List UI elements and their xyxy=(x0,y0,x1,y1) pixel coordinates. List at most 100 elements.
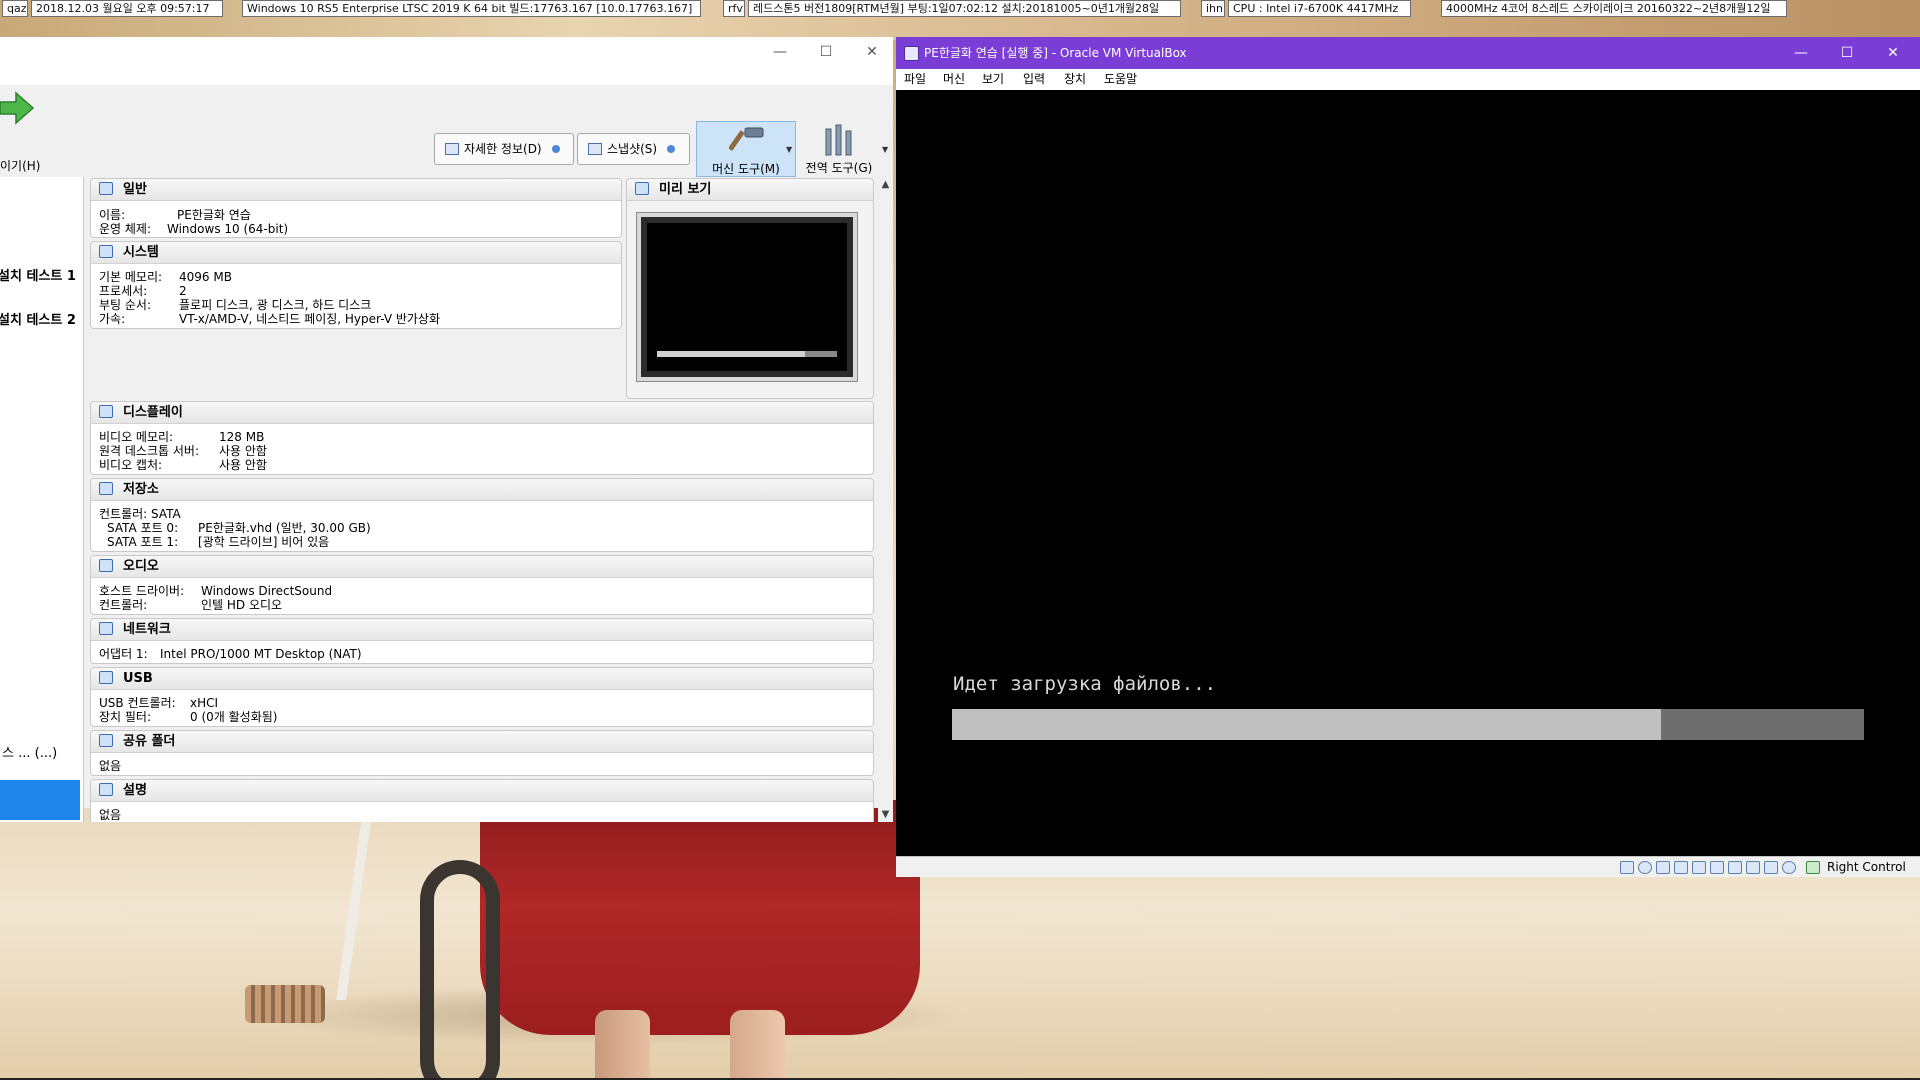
wallpaper-bicycle-pedal xyxy=(245,985,325,1023)
detail-key: 없음 xyxy=(99,808,122,822)
details-button[interactable]: 자세한 정보(D) xyxy=(434,133,574,165)
info-uptime: 레드스톤5 버전1809[RTM년월] 부팅:1일07:02:12 설치:201… xyxy=(748,0,1181,17)
network-icon[interactable] xyxy=(1674,861,1688,874)
storage-title: 저장소 xyxy=(123,482,159,497)
audio-header[interactable]: 오디오 xyxy=(91,556,873,578)
description-header[interactable]: 설명 xyxy=(91,780,873,802)
selected-vm-item[interactable] xyxy=(0,780,80,820)
system-header[interactable]: 시스템 xyxy=(91,242,621,264)
cpu-icon[interactable] xyxy=(1764,861,1778,874)
virtualbox-icon xyxy=(904,46,919,61)
detail-value: 2 xyxy=(179,284,187,298)
chevron-down-icon[interactable]: ▼ xyxy=(786,145,792,154)
details-scrollbar[interactable]: ▲ ▼ xyxy=(878,177,893,822)
details-label: 자세한 정보(D) xyxy=(464,142,542,156)
close-button[interactable]: ✕ xyxy=(1870,37,1916,69)
audio-title: 오디오 xyxy=(123,559,159,574)
shared-folders-title: 공유 폴더 xyxy=(123,734,176,749)
info-datetime: 2018.12.03 월요일 오후 09:57:17 xyxy=(31,0,223,17)
preview-progress-track xyxy=(657,351,837,357)
maximize-button[interactable]: ☐ xyxy=(803,37,849,67)
mouse-integration-icon[interactable] xyxy=(1782,861,1796,874)
scroll-down-icon[interactable]: ▼ xyxy=(878,807,893,822)
vm-menubar: 파일 머신 보기 입력 장치 도움말 xyxy=(896,69,1920,90)
hard-disk-icon[interactable] xyxy=(1620,861,1634,874)
detail-value: 플로피 디스크, 광 디스크, 하드 디스크 xyxy=(179,298,372,312)
global-tools-label: 전역 도구(G) xyxy=(805,161,873,175)
vm-list-item[interactable]: 설치 테스트 1 xyxy=(0,265,76,284)
general-header[interactable]: 일반 xyxy=(91,179,621,201)
detail-key: 장치 필터: xyxy=(99,710,152,724)
vm-list: 설치 테스트 1 설치 테스트 2 스 ... (...) xyxy=(0,177,84,822)
minimize-button[interactable]: — xyxy=(757,37,803,67)
detail-row: 컨트롤러: SATA xyxy=(99,507,181,521)
host-key-label: Right Control xyxy=(1827,860,1906,874)
detail-value: PE한글화 연습 xyxy=(177,208,251,222)
detail-key: SATA 포트 0: xyxy=(107,521,179,535)
detail-row: 없음 xyxy=(99,759,121,773)
detail-key: 부팅 순서: xyxy=(99,298,152,312)
boot-progress-bar xyxy=(952,709,1864,740)
usb-header[interactable]: USB xyxy=(91,668,873,690)
usb-icon xyxy=(99,671,113,684)
detail-key: 컨트롤러: SATA xyxy=(99,507,181,521)
vm-list-item[interactable]: 스 ... (...) xyxy=(2,742,57,761)
wallpaper-leg xyxy=(595,1010,650,1080)
detail-key: USB 컨트롤러: xyxy=(99,696,176,710)
detail-row: 없음 xyxy=(99,808,121,822)
menu-devices[interactable]: 장치 xyxy=(1064,69,1086,90)
system-icon xyxy=(99,245,113,258)
video-capture-icon[interactable] xyxy=(1746,861,1760,874)
machine-tools-label: 머신 도구(M) xyxy=(712,162,780,176)
snapshots-label: 스냅샷(S) xyxy=(607,142,658,156)
menu-file[interactable]: 파일 xyxy=(904,69,926,90)
network-header[interactable]: 네트워크 xyxy=(91,619,873,641)
info-label: qaz xyxy=(2,0,28,17)
start-button[interactable]: 이기(H) xyxy=(0,85,48,177)
chevron-down-icon[interactable]: ▼ xyxy=(882,145,888,154)
scroll-up-icon[interactable]: ▲ xyxy=(878,177,893,192)
network-section: 네트워크 어댑터 1: Intel PRO/1000 MT Desktop (NA… xyxy=(90,618,874,664)
display-icon xyxy=(99,405,113,418)
vm-list-item[interactable]: 설치 테스트 2 xyxy=(0,309,76,328)
display-icon[interactable] xyxy=(1728,861,1742,874)
global-tools-button[interactable]: 전역 도구(G) xyxy=(798,121,880,177)
detail-row: USB 컨트롤러: xHCI xyxy=(99,696,218,710)
detail-value: PE한글화.vhd (일반, 30.00 GB) xyxy=(198,521,371,535)
minimize-button[interactable]: — xyxy=(1778,37,1824,69)
start-button-label: 이기(H) xyxy=(0,159,41,173)
shared-folders-section: 공유 폴더 없음 xyxy=(90,730,874,776)
usb-icon[interactable] xyxy=(1692,861,1706,874)
vm-statusbar: Right Control xyxy=(896,856,1920,877)
menu-help[interactable]: 도움말 xyxy=(1104,69,1137,90)
detail-key: 기본 메모리: xyxy=(99,270,163,284)
detail-value: Intel PRO/1000 MT Desktop (NAT) xyxy=(160,647,362,661)
hammer-icon xyxy=(729,127,764,151)
storage-header[interactable]: 저장소 xyxy=(91,479,873,501)
system-info-bar: qaz 2018.12.03 월요일 오후 09:57:17 Windows 1… xyxy=(0,0,1920,18)
preview-header[interactable]: 미리 보기 xyxy=(627,179,873,201)
description-section: 설명 없음 xyxy=(90,779,874,822)
display-header[interactable]: 디스플레이 xyxy=(91,402,873,424)
snapshots-button[interactable]: 스냅샷(S) xyxy=(577,133,690,165)
menu-view[interactable]: 보기 xyxy=(982,69,1004,90)
menu-input[interactable]: 입력 xyxy=(1023,69,1045,90)
detail-row: 부팅 순서: 플로피 디스크, 광 디스크, 하드 디스크 xyxy=(99,298,371,312)
audio-icon[interactable] xyxy=(1656,861,1670,874)
detail-value: 0 (0개 활성화됨) xyxy=(190,710,278,724)
vm-window-title: PE한글화 연습 [실행 중] - Oracle VM VirtualBox xyxy=(924,46,1187,60)
shared-folder-icon[interactable] xyxy=(1710,861,1724,874)
menu-machine[interactable]: 머신 xyxy=(943,69,965,90)
optical-drive-icon[interactable] xyxy=(1638,861,1652,874)
maximize-button[interactable]: ☐ xyxy=(1824,37,1870,69)
close-button[interactable]: ✕ xyxy=(849,37,895,67)
vm-details-pane: 일반 이름: PE한글화 연습 운영 체제: Windows 10 (64-bit)… xyxy=(89,177,875,822)
detail-key: 비디오 캡처: xyxy=(99,458,163,472)
detail-value: 4096 MB xyxy=(179,270,232,284)
detail-row: 비디오 메모리: 128 MB xyxy=(99,430,264,444)
shared-folders-header[interactable]: 공유 폴더 xyxy=(91,731,873,753)
preview-display xyxy=(647,223,847,371)
vm-guest-display[interactable]: Идет загрузка файлов... xyxy=(896,90,1920,856)
detail-row: 이름: PE한글화 연습 xyxy=(99,208,251,222)
machine-tools-button[interactable]: 머신 도구(M) xyxy=(696,121,796,177)
